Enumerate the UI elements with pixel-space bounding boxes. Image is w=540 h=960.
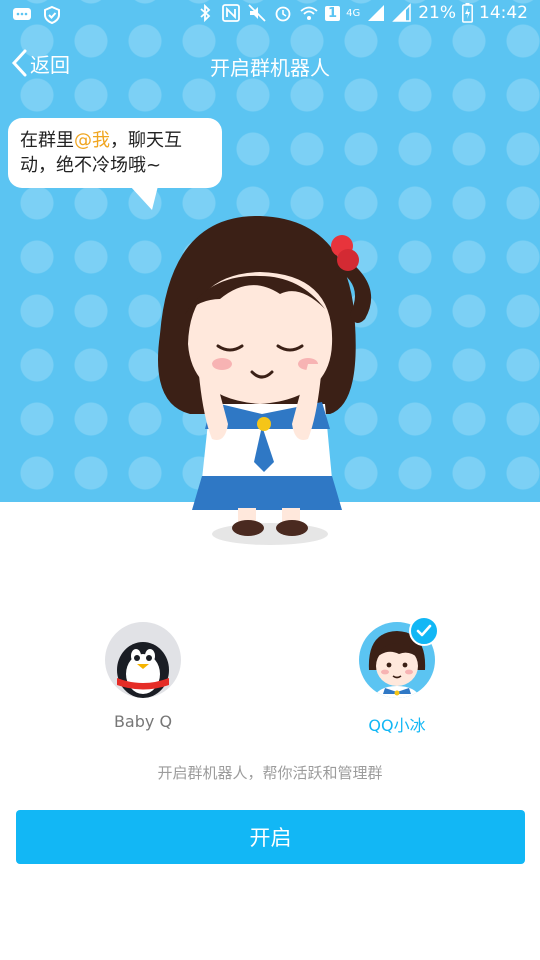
mascot-illustration — [158, 215, 372, 545]
battery-icon — [462, 3, 473, 23]
alarm-icon — [275, 6, 291, 22]
robot-option-xiaobing[interactable]: QQ小冰 — [337, 616, 457, 736]
bubble-text-line2: 动，绝不冷场哦~ — [20, 155, 162, 176]
bubble-text-prefix: 在群里 — [20, 130, 74, 151]
robot-name-xiaobing: QQ小冰 — [368, 716, 426, 735]
penguin-icon — [105, 622, 181, 698]
battery-percent: 21% — [418, 3, 456, 23]
network-type: 4G — [346, 7, 361, 19]
clock: 14:42 — [479, 3, 528, 23]
status-bar: 1 4G 21% 14:42 — [0, 0, 540, 32]
shield-icon — [44, 5, 60, 25]
nfc-icon — [222, 4, 240, 22]
enable-button-label: 开启 — [249, 826, 292, 850]
avatar-babyq — [105, 622, 181, 698]
mute-icon — [248, 4, 266, 22]
bubble-tail — [130, 186, 158, 210]
bubble-mention: @我 — [74, 130, 110, 151]
speech-bubble: 在群里@我，聊天互 动，绝不冷场哦~ — [8, 118, 222, 188]
signal-icon — [368, 5, 385, 21]
enable-button[interactable]: 开启 — [16, 810, 525, 864]
robot-name-babyq: Baby Q — [113, 712, 173, 731]
nav-bar: 返回 开启群机器人 — [0, 40, 540, 90]
signal-icon-2 — [392, 3, 411, 22]
selected-check-icon — [409, 616, 439, 646]
bubble-text-suffix: ，聊天互 — [110, 130, 182, 151]
sim-badge: 1 — [325, 5, 341, 21]
message-icon — [13, 8, 31, 20]
wifi-icon — [300, 6, 318, 20]
page-title: 开启群机器人 — [210, 56, 330, 80]
robot-option-babyq[interactable]: Baby Q — [83, 622, 203, 731]
bluetooth-icon — [200, 3, 211, 23]
hint-text: 开启群机器人，帮你活跃和管理群 — [157, 764, 383, 782]
